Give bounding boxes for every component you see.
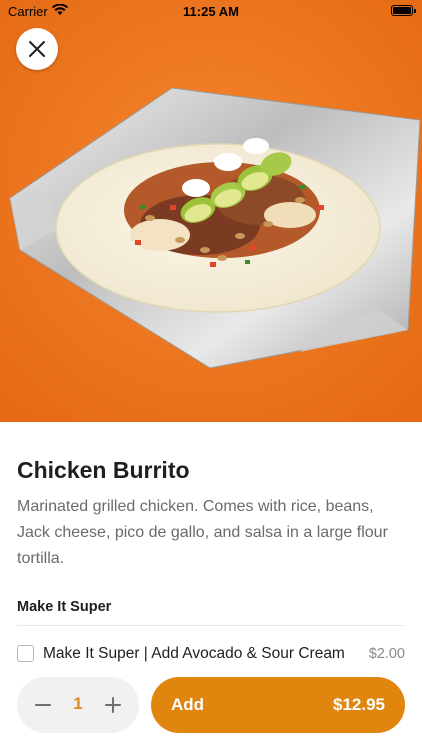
bottom-action-bar: 1 Add $12.95 bbox=[0, 662, 422, 750]
option-price: $2.00 bbox=[368, 646, 405, 662]
add-button-total: $12.95 bbox=[333, 695, 385, 714]
add-button-label: Add bbox=[171, 695, 205, 714]
close-icon bbox=[29, 41, 45, 57]
item-hero-image bbox=[0, 0, 422, 422]
item-title: Chicken Burrito bbox=[17, 457, 190, 483]
plus-icon bbox=[105, 697, 121, 713]
add-to-order-button[interactable]: Add $12.95 bbox=[151, 677, 405, 733]
close-button[interactable] bbox=[16, 28, 58, 70]
option-checkbox[interactable] bbox=[17, 645, 34, 662]
battery-icon bbox=[391, 5, 416, 16]
burrito-illustration bbox=[0, 0, 422, 422]
option-label: Make It Super | Add Avocado & Sour Cream bbox=[43, 645, 345, 662]
quantity-stepper: 1 bbox=[17, 677, 139, 733]
item-description: Marinated grilled chicken. Comes with ri… bbox=[17, 498, 388, 567]
increase-quantity-button[interactable] bbox=[101, 693, 125, 717]
status-bar: Carrier 11:25 AM bbox=[0, 0, 422, 22]
options-section-title: Make It Super bbox=[17, 599, 112, 615]
status-time: 11:25 AM bbox=[183, 4, 239, 19]
section-divider bbox=[17, 625, 405, 626]
